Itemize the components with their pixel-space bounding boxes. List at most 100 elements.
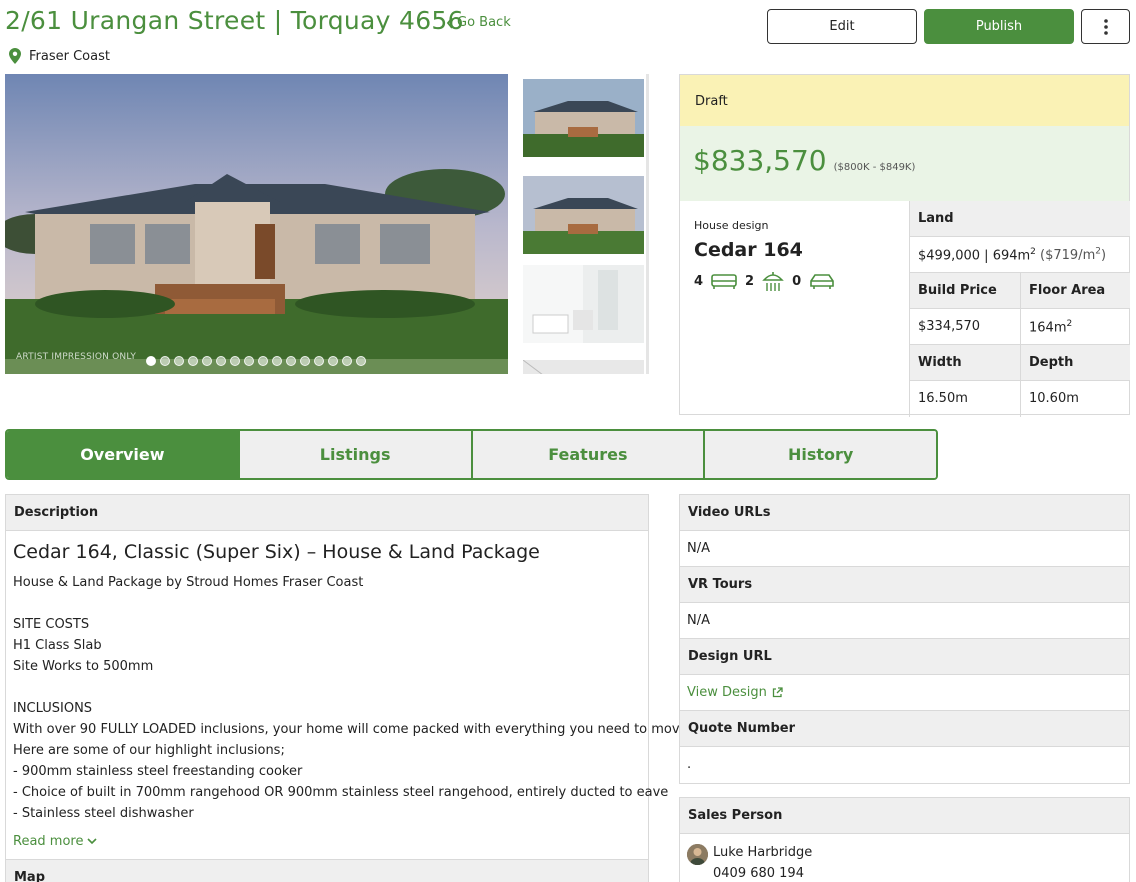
artist-impression-watermark: ARTIST IMPRESSION ONLY	[16, 352, 137, 362]
design-url-value: View Design	[680, 675, 1129, 711]
go-back-label: Go Back	[457, 15, 511, 30]
shower-icon	[762, 272, 784, 291]
publish-button[interactable]: Publish	[924, 9, 1074, 44]
thumbnail-strip[interactable]	[518, 74, 649, 374]
page-title: 2/61 Urangan Street | Torquay 4656	[5, 6, 464, 35]
land-area: 694m	[992, 248, 1031, 264]
carousel-dot[interactable]	[328, 356, 338, 366]
bedroom-count: 4	[694, 273, 704, 289]
floor-area-heading: Floor Area	[1020, 273, 1130, 309]
house-design-name: Cedar 164	[694, 239, 803, 261]
description-line: - Stainless steel dishwasher	[13, 806, 194, 821]
more-vertical-icon	[1103, 18, 1108, 35]
floor-area-value: 164m2	[1020, 309, 1130, 345]
map-pin-icon	[9, 48, 21, 64]
description-line: Site Works to 500mm	[13, 659, 154, 674]
tab-history[interactable]: History	[703, 431, 936, 478]
land-separator: |	[980, 248, 993, 264]
main-photo[interactable]: ARTIST IMPRESSION ONLY	[5, 74, 508, 374]
description-line: INCLUSIONS	[13, 701, 93, 716]
video-urls-value: N/A	[680, 531, 1129, 567]
carousel-dot[interactable]	[230, 356, 240, 366]
description-line: With over 90 FULLY LOADED inclusions, yo…	[13, 722, 709, 737]
description-line	[13, 593, 641, 614]
description-line	[13, 677, 641, 698]
carousel-dots	[146, 356, 366, 366]
carousel-dot[interactable]	[216, 356, 226, 366]
avatar	[687, 844, 708, 865]
status-badge: Draft	[680, 75, 1129, 126]
width-heading: Width	[910, 345, 1020, 381]
depth-heading: Depth	[1020, 345, 1130, 381]
land-rate-close: )	[1100, 248, 1107, 264]
location-label: Fraser Coast	[29, 48, 110, 64]
carousel-dot[interactable]	[314, 356, 324, 366]
quote-number-heading: Quote Number	[680, 711, 1129, 747]
price: $833,570	[693, 144, 827, 177]
description-heading: Description	[6, 495, 648, 531]
sales-person-name: Luke Harbridge	[713, 845, 813, 860]
carousel-dot[interactable]	[300, 356, 310, 366]
land-value: $499,000 | 694m2 ($719/m2)	[910, 237, 1130, 273]
read-more-label: Read more	[13, 834, 84, 849]
description-line: House & Land Package by Stroud Homes Fra…	[13, 575, 364, 590]
read-more-link[interactable]: Read more	[6, 824, 648, 859]
view-design-link[interactable]: View Design	[687, 685, 783, 700]
garage-count: 0	[792, 273, 802, 289]
description-section: Description Cedar 164, Classic (Super Si…	[5, 494, 709, 882]
bed-icon	[711, 274, 737, 289]
chevron-down-icon	[87, 838, 98, 845]
tab-listings[interactable]: Listings	[237, 431, 471, 478]
more-options-button[interactable]	[1081, 9, 1130, 44]
carousel-dot[interactable]	[146, 356, 156, 366]
width-value: 16.50m	[918, 391, 968, 406]
detail-tabs: Overview Listings Features History	[5, 429, 938, 480]
vr-tours-value: N/A	[680, 603, 1129, 639]
sales-person-phone[interactable]: 0409 680 194	[713, 863, 812, 882]
carousel-dot[interactable]	[160, 356, 170, 366]
external-link-icon	[772, 687, 783, 698]
car-icon	[810, 274, 834, 289]
land-area-sup: 2	[1030, 247, 1036, 257]
price-row: $833,570 ($800K - $849K)	[680, 126, 1129, 201]
go-back-link[interactable]: Go Back	[446, 15, 511, 30]
edit-button[interactable]: Edit	[767, 9, 917, 44]
chevron-left-icon	[446, 16, 453, 29]
sales-person: Luke Harbridge 0409 680 194	[680, 834, 1129, 882]
carousel-dot[interactable]	[202, 356, 212, 366]
description-body: House & Land Package by Stroud Homes Fra…	[6, 563, 709, 824]
design-url-heading: Design URL	[680, 639, 1129, 675]
video-urls-heading: Video URLs	[680, 495, 1129, 531]
carousel-dot[interactable]	[188, 356, 198, 366]
carousel-dot[interactable]	[286, 356, 296, 366]
carousel-dot[interactable]	[244, 356, 254, 366]
carousel-dot[interactable]	[174, 356, 184, 366]
tab-overview[interactable]: Overview	[7, 431, 238, 478]
summary-panel: Draft $833,570 ($800K - $849K) House des…	[679, 74, 1130, 417]
vr-tours-heading: VR Tours	[680, 567, 1129, 603]
house-design: House design Cedar 164 4 2 0	[680, 201, 909, 415]
thumbnail-3[interactable]	[523, 265, 644, 343]
description-line: H1 Class Slab	[13, 638, 102, 653]
thumbnail-4[interactable]	[523, 360, 644, 374]
house-design-label: House design	[694, 219, 769, 232]
tab-features[interactable]: Features	[470, 431, 704, 478]
thumbnail-1[interactable]	[523, 79, 644, 157]
description-title: Cedar 164, Classic (Super Six) – House &…	[13, 541, 540, 563]
description-line: - Choice of built in 700mm rangehood OR …	[13, 785, 669, 800]
description-line: SITE COSTS	[13, 617, 90, 632]
carousel-dot[interactable]	[258, 356, 268, 366]
land-price: $499,000	[918, 248, 981, 264]
carousel-dot[interactable]	[342, 356, 352, 366]
carousel-dot[interactable]	[356, 356, 366, 366]
quote-number-value: .	[687, 757, 692, 772]
room-features: 4 2 0	[694, 270, 895, 292]
sales-person-section: Sales Person Luke Harbridge 0409 680 194	[679, 797, 1130, 882]
thumbnail-2[interactable]	[523, 176, 644, 254]
floor-area-sup: 2	[1066, 319, 1073, 329]
carousel-dot[interactable]	[272, 356, 282, 366]
description-line: - 900mm stainless steel freestanding coo…	[13, 764, 303, 779]
build-price-heading: Build Price	[910, 273, 1020, 309]
map-heading: Map	[6, 859, 648, 882]
view-design-label: View Design	[687, 685, 767, 700]
